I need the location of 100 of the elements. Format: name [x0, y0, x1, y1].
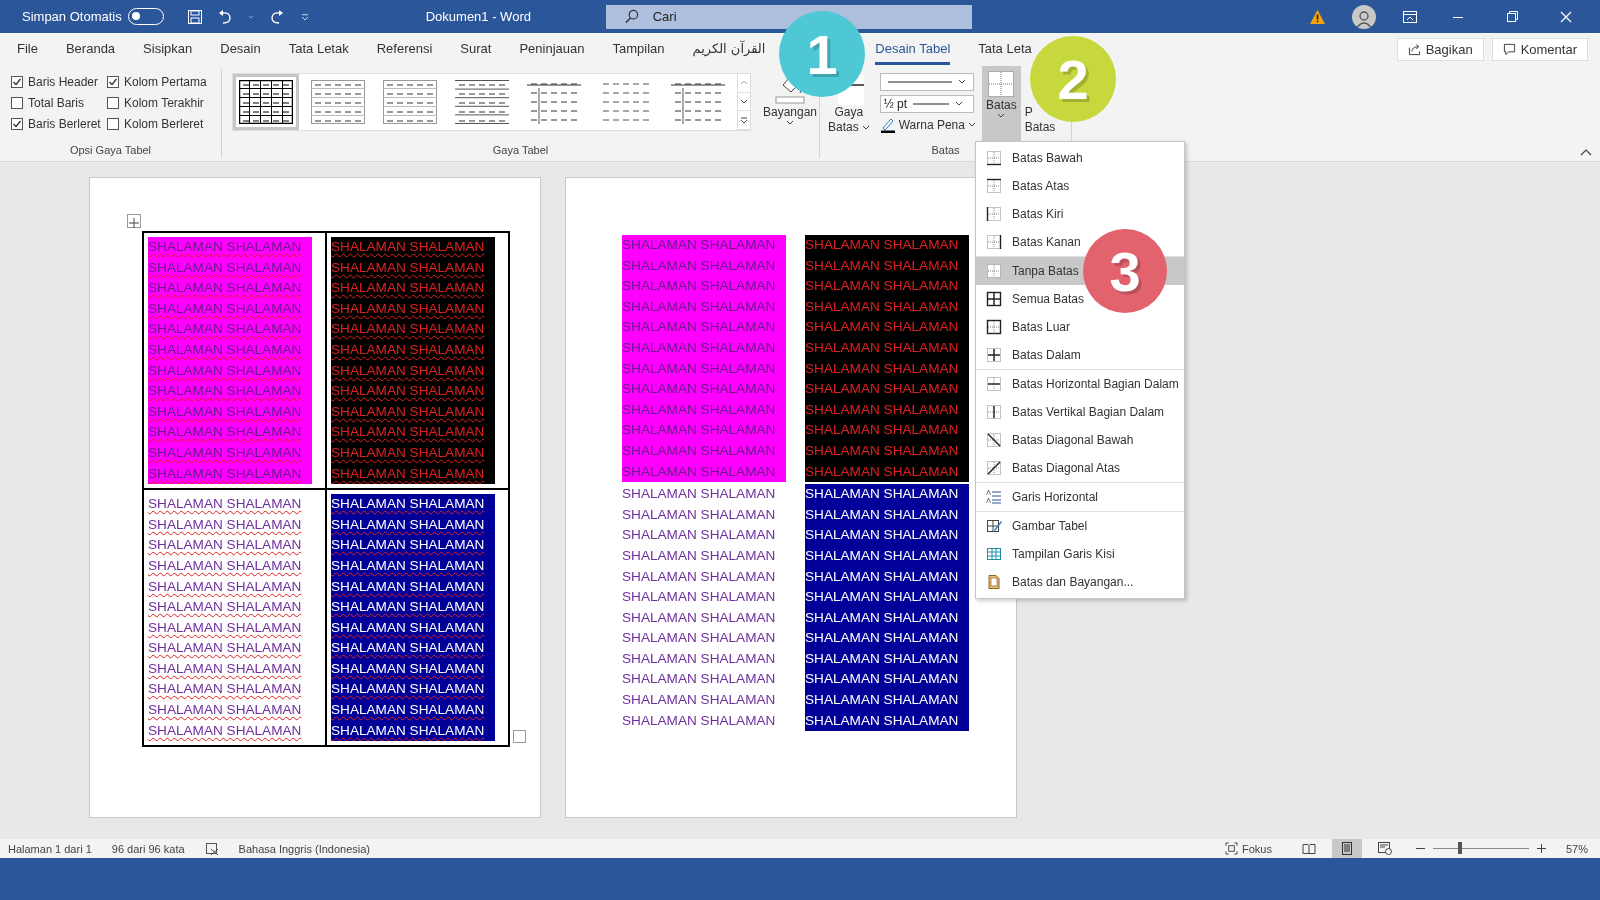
checkbox[interactable] [107, 97, 119, 109]
checkbox[interactable] [107, 118, 119, 130]
zoom-in-icon[interactable] [1536, 844, 1546, 853]
cell-text: SHALAMAN SHALAMAN [331, 464, 486, 483]
menu-item[interactable]: Batas Kiri [976, 200, 1184, 228]
checkbox[interactable] [11, 76, 23, 88]
cell-text: SHALAMAN SHALAMAN [331, 598, 486, 617]
checkbox[interactable] [11, 97, 23, 109]
cell-text: SHALAMAN SHALAMAN [622, 505, 777, 524]
menu-item[interactable]: Batas Atas [976, 172, 1184, 200]
ribbon-tab[interactable]: File [17, 34, 38, 65]
menu-item[interactable]: Garis Horizontal [976, 483, 1184, 511]
borders-button[interactable]: Batas [981, 66, 1021, 142]
cell-text: SHALAMAN SHALAMAN [331, 423, 486, 442]
word-count[interactable]: 96 dari 96 kata [111, 842, 185, 855]
ribbon-tab[interactable]: Surat [460, 34, 492, 65]
ribbon-tab[interactable]: Peninjauan [519, 34, 585, 65]
cell-text: SHALAMAN SHALAMAN [622, 629, 777, 648]
focus-button[interactable]: Fokus [1225, 842, 1272, 855]
cell-text: SHALAMAN SHALAMAN [805, 236, 960, 254]
document-icon [986, 574, 1002, 590]
checkbox-label: Baris Berleret [28, 117, 101, 131]
cell-text: SHALAMAN SHALAMAN [148, 495, 303, 514]
checkbox-label: Kolom Pertama [124, 75, 207, 89]
zoom-slider[interactable] [1457, 842, 1462, 854]
ribbon-tab[interactable]: Tata Letak [288, 34, 349, 65]
table-resize-handle[interactable] [513, 730, 526, 743]
border-grid-icon [986, 263, 1002, 279]
collapse-ribbon-icon[interactable] [1580, 148, 1592, 156]
pencil-table-icon [986, 518, 1002, 534]
cell-text: SHALAMAN SHALAMAN [622, 297, 777, 316]
cell-text: SHALAMAN SHALAMAN [148, 238, 303, 256]
cell-text: SHALAMAN SHALAMAN [622, 526, 777, 545]
zoom-level[interactable]: 57% [1565, 842, 1588, 855]
cell-text: SHALAMAN SHALAMAN [805, 629, 960, 648]
cell-text: SHALAMAN SHALAMAN [805, 588, 960, 607]
line-weight-dropdown[interactable]: ½ pt [879, 95, 974, 113]
checkbox[interactable] [107, 76, 119, 88]
menu-item[interactable]: Gambar Tabel [976, 512, 1184, 540]
table-style-option[interactable] [233, 74, 299, 130]
menu-item[interactable]: Batas Diagonal Atas [976, 454, 1184, 482]
proofing-icon[interactable] [204, 841, 219, 856]
pen-icon [879, 117, 896, 133]
ribbon-tab[interactable]: القرآن الكريم [692, 34, 766, 65]
line-sample-icon [911, 102, 952, 106]
redo-icon[interactable] [268, 8, 285, 25]
cell-text: SHALAMAN SHALAMAN [622, 400, 777, 419]
cell-text: SHALAMAN SHALAMAN [331, 361, 486, 380]
checkbox-label: Baris Header [28, 75, 99, 89]
cell-text: SHALAMAN SHALAMAN [148, 320, 303, 339]
grid-icon [986, 546, 1002, 562]
ribbon-tab[interactable]: Beranda [65, 34, 116, 65]
menu-item[interactable]: Batas Vertikal Bagian Dalam [976, 398, 1184, 426]
search-field[interactable]: Cari [605, 4, 972, 29]
cell-text: SHALAMAN SHALAMAN [331, 659, 486, 678]
menu-item[interactable]: Batas Horizontal Bagian Dalam [976, 370, 1184, 398]
comment-button[interactable]: Komentar [1491, 38, 1588, 61]
line-style-dropdown[interactable] [879, 73, 974, 91]
table-move-handle[interactable] [127, 214, 141, 228]
page-count[interactable]: Halaman 1 dari 1 [8, 842, 92, 855]
ribbon-display-icon[interactable] [1402, 9, 1418, 24]
cell-text: SHALAMAN SHALAMAN [331, 279, 486, 298]
group-label: Batas [931, 143, 960, 158]
share-button[interactable]: Bagikan [1396, 38, 1484, 61]
menu-item[interactable]: Batas Bawah [976, 144, 1184, 172]
cell-text: SHALAMAN SHALAMAN [148, 598, 303, 617]
pen-color-button[interactable]: Warna Pena [879, 117, 976, 133]
menu-item[interactable]: Batas Luar [976, 313, 1184, 341]
cell-text: SHALAMAN SHALAMAN [622, 421, 777, 440]
border-grid-icon [986, 150, 1002, 166]
cell-text: SHALAMAN SHALAMAN [622, 462, 777, 481]
cell-text: SHALAMAN SHALAMAN [148, 382, 303, 401]
cell-text: SHALAMAN SHALAMAN [622, 670, 777, 689]
cell-text: SHALAMAN SHALAMAN [148, 423, 303, 442]
ribbon-tab[interactable]: Tampilan [612, 34, 665, 65]
window-title: Dokumen1 - Word [425, 9, 532, 24]
cell-text: SHALAMAN SHALAMAN [148, 443, 303, 462]
group-label: Opsi Gaya Tabel [69, 143, 152, 158]
menu-item[interactable]: Batas Dalam [976, 341, 1184, 369]
menu-item[interactable]: Batas dan Bayangan... [976, 568, 1184, 596]
cell-text: SHALAMAN SHALAMAN [805, 277, 960, 296]
ribbon-tab[interactable]: Referensi [376, 34, 433, 65]
language-status[interactable]: Bahasa Inggris (Indonesia) [238, 842, 371, 855]
cell-text: SHALAMAN SHALAMAN [148, 536, 303, 555]
ribbon-tab[interactable]: Sisipkan [143, 34, 193, 65]
caret-icon [861, 124, 870, 131]
checkbox[interactable] [11, 118, 23, 130]
ribbon-tab[interactable]: Desain [220, 34, 261, 65]
cell-text: SHALAMAN SHALAMAN [331, 320, 486, 339]
print-layout-icon[interactable] [1331, 839, 1362, 858]
account-avatar[interactable] [1352, 4, 1376, 29]
cell-text: SHALAMAN SHALAMAN [148, 680, 303, 699]
save-icon[interactable] [186, 8, 203, 25]
menu-item[interactable]: Batas Diagonal Bawah [976, 426, 1184, 454]
ribbon-tab[interactable]: Tata Leta [978, 34, 1032, 65]
border-grid-icon [986, 206, 1002, 222]
cell-text: SHALAMAN SHALAMAN [331, 680, 486, 699]
menu-item[interactable]: Tampilan Garis Kisi [976, 540, 1184, 568]
caret-icon [997, 113, 1006, 119]
warning-icon[interactable] [1309, 8, 1326, 25]
